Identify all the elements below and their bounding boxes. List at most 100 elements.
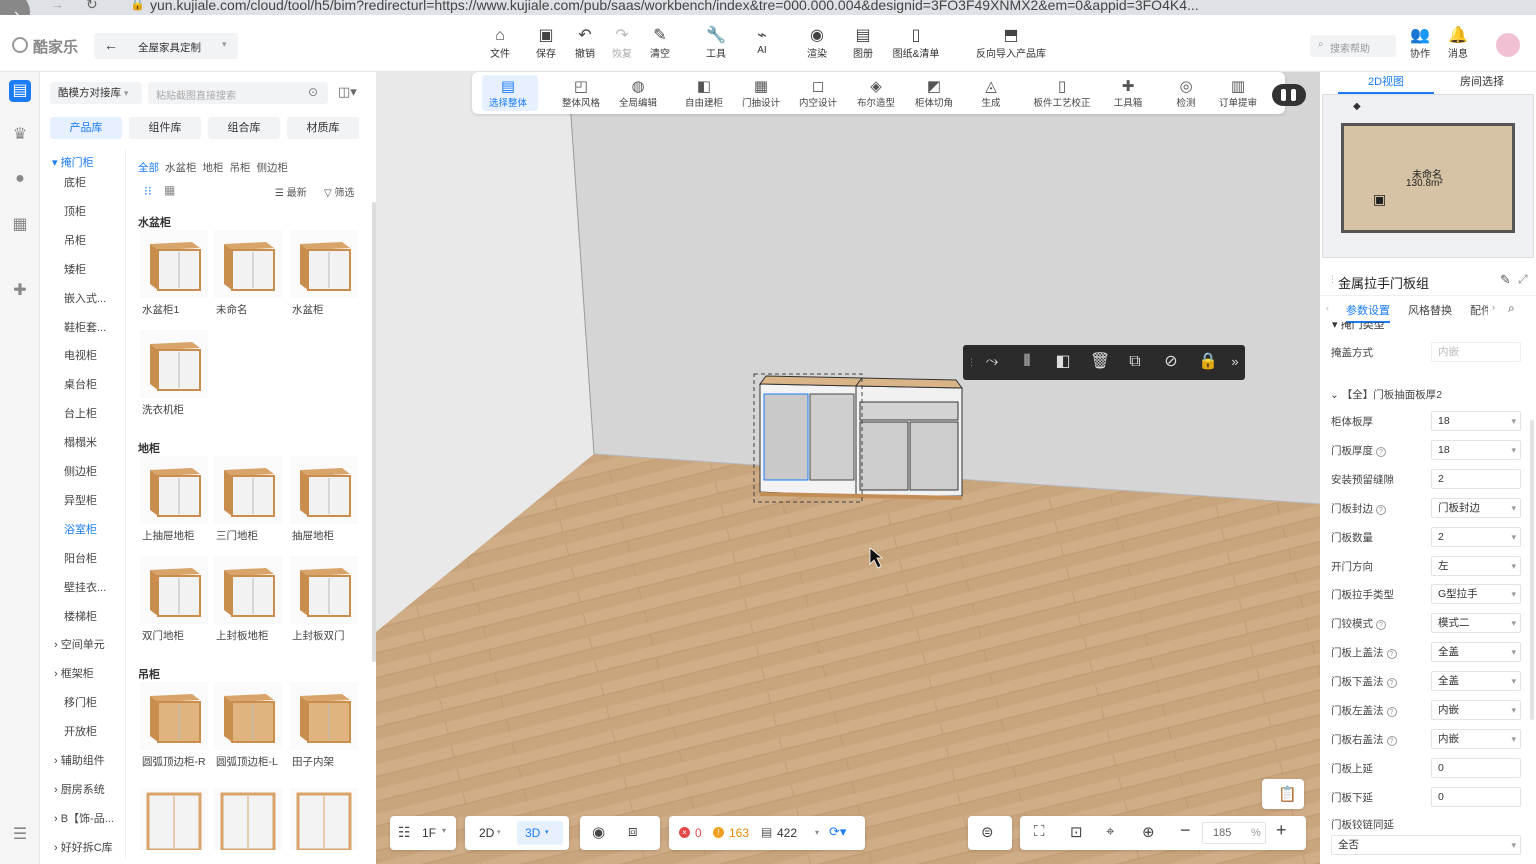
cube-icon[interactable]: ⧈ xyxy=(628,823,638,840)
tab-params[interactable]: 参数设置 xyxy=(1346,302,1390,323)
view-3d-button[interactable]: 3D ▾ xyxy=(517,821,563,845)
category-item[interactable]: › 好好拆C库 xyxy=(54,839,113,855)
zoom-in-button[interactable]: + xyxy=(1276,820,1287,841)
filter-chip[interactable]: 吊柜 xyxy=(230,162,251,174)
category-item[interactable]: 矮柜 xyxy=(64,261,86,277)
settings-toggle[interactable]: ⊜ xyxy=(968,816,1012,850)
drag-handle-icon[interactable]: ⋮ xyxy=(967,357,976,368)
category-item[interactable]: 壁挂衣... xyxy=(64,579,106,595)
param-input[interactable]: 18 xyxy=(1431,411,1521,431)
product-thumbnail[interactable] xyxy=(140,456,208,524)
forward-arrow-icon[interactable]: → xyxy=(50,0,64,12)
tab-2d-view[interactable]: 2D视图 xyxy=(1338,72,1434,94)
clipboard-button[interactable]: 📋 xyxy=(1262,779,1304,809)
floor-selector[interactable]: ☷ 1F ▾ xyxy=(390,816,456,850)
tab-combo-library[interactable]: 组合库 xyxy=(208,117,280,139)
product-thumbnail[interactable] xyxy=(214,788,282,850)
group-header[interactable]: ⌄ 【全】门板抽面板厚2 xyxy=(1330,387,1442,402)
category-item[interactable]: 鞋柜套... xyxy=(64,319,106,335)
category-item[interactable]: 楼梯柜 xyxy=(64,608,97,624)
category-item[interactable]: 榻榻米 xyxy=(64,434,97,450)
tab-room-select[interactable]: 房间选择 xyxy=(1434,72,1530,94)
avatar[interactable] xyxy=(1496,33,1520,57)
canvas-tool-button[interactable]: ◩ 柜体切角 xyxy=(908,78,960,109)
param-input[interactable]: 0 xyxy=(1431,786,1521,807)
focus-icon[interactable]: ⌖ xyxy=(1106,823,1114,840)
refresh-icon[interactable]: ⟳▾ xyxy=(829,824,846,840)
camera-view-icon[interactable]: ⊡ xyxy=(1070,823,1083,841)
collab-button[interactable]: 👥 协作 xyxy=(1400,27,1440,60)
category-item[interactable]: 嵌入式... xyxy=(64,290,106,306)
param-input[interactable]: 门板封边 xyxy=(1431,497,1521,518)
reload-icon[interactable]: ↻ xyxy=(86,0,98,13)
category-item[interactable]: › 空间单元 xyxy=(54,636,105,652)
help-icon[interactable]: ? xyxy=(1386,678,1397,689)
canvas-tool-button[interactable]: ✚ 工具箱 xyxy=(1102,78,1154,109)
param-input[interactable]: 内嵌 xyxy=(1431,728,1521,749)
cabinet-icon[interactable]: ▦ xyxy=(9,214,31,236)
canvas-tool-button[interactable]: ▤ 选择整体 xyxy=(482,78,534,109)
help-icon[interactable]: ? xyxy=(1376,504,1386,515)
zoom-out-button[interactable]: − xyxy=(1180,820,1191,841)
product-thumbnail[interactable] xyxy=(140,556,208,624)
search-icon[interactable]: ⌕ xyxy=(1508,301,1515,316)
crown-icon[interactable]: ♛ xyxy=(9,124,31,146)
error-icon[interactable]: × xyxy=(679,827,690,838)
param-input[interactable]: 内嵌 xyxy=(1431,700,1521,720)
minimap[interactable]: 未命名 130.8m² ◆ ▣ xyxy=(1322,94,1534,258)
product-thumbnail[interactable] xyxy=(140,330,208,398)
filter-chip[interactable]: 侧边柜 xyxy=(257,162,289,174)
trash-icon[interactable]: 🗑 xyxy=(1090,353,1110,371)
param-input[interactable]: 2 xyxy=(1431,468,1521,489)
select-arrow-icon[interactable]: ⤳ xyxy=(983,353,1001,371)
category-item[interactable]: 吊柜 xyxy=(64,232,86,248)
category-item[interactable]: 桌台柜 xyxy=(64,376,97,392)
stack-icon[interactable]: ▤ xyxy=(761,825,772,839)
category-item[interactable]: 开放柜 xyxy=(64,723,97,739)
product-thumbnail[interactable] xyxy=(290,556,358,624)
mirror-icon[interactable]: ◧ xyxy=(1054,353,1072,371)
category-item[interactable]: 阳台柜 xyxy=(64,550,97,566)
product-thumbnail[interactable] xyxy=(214,556,282,624)
canvas-tool-button[interactable]: ▯ 板件工艺校正 xyxy=(1022,78,1102,109)
fit-view-icon[interactable]: ⛶ xyxy=(1034,823,1045,840)
3d-viewport[interactable] xyxy=(376,72,1320,864)
message-button[interactable]: 🔔 消息 xyxy=(1438,27,1478,60)
hide-icon[interactable]: ⊘ xyxy=(1162,353,1180,371)
category-item[interactable]: 移门柜 xyxy=(64,694,97,710)
help-icon[interactable]: ? xyxy=(1376,620,1386,631)
canvas-tool-button[interactable]: ▥ 订单提审 xyxy=(1212,78,1264,109)
param-input[interactable]: 全盖 xyxy=(1431,642,1521,663)
category-item[interactable]: › 厨房系统 xyxy=(54,781,105,797)
category-item[interactable]: 浴室柜 xyxy=(64,521,97,537)
product-thumbnail[interactable] xyxy=(214,682,282,750)
render-button[interactable]: ◉ 渲染 xyxy=(797,27,837,60)
sort-button[interactable]: ☰ 最新 xyxy=(275,184,307,199)
hinge-select[interactable]: 全否 xyxy=(1331,835,1521,855)
zoom-search-icon[interactable]: ⊕ xyxy=(1142,823,1155,841)
product-thumbnail[interactable] xyxy=(290,788,358,850)
eye-icon[interactable]: ◉ xyxy=(592,823,605,841)
tools-button[interactable]: 🔧 工具 xyxy=(696,27,736,60)
clear-button[interactable]: ✎ 清空 xyxy=(640,27,680,60)
param-input[interactable]: 全盖 xyxy=(1431,671,1521,692)
help-icon[interactable]: ? xyxy=(1386,735,1397,746)
category-item[interactable]: 台上柜 xyxy=(64,405,97,421)
product-thumbnail[interactable] xyxy=(290,682,358,750)
view-2d-button[interactable]: 2D xyxy=(479,826,494,840)
tab-accessories[interactable]: 配件 xyxy=(1470,302,1488,318)
file-button[interactable]: ⌂ 文件 xyxy=(480,27,520,60)
tree-parent[interactable]: ▾ 掩门柜 xyxy=(52,154,94,170)
product-thumbnail[interactable] xyxy=(290,230,358,298)
redo-button[interactable]: ↷ 恢复 xyxy=(602,27,642,60)
tab-material-library[interactable]: 材质库 xyxy=(287,117,359,139)
filter-button[interactable]: ▽ 筛选 xyxy=(324,184,354,199)
category-item[interactable]: 底柜 xyxy=(64,174,86,190)
reverse-import-button[interactable]: ⬒ 反向导入产品库 xyxy=(970,27,1052,60)
url-text[interactable]: yun.kujiale.com/cloud/tool/h5/bim?redire… xyxy=(150,0,1199,13)
lock-icon[interactable]: 🔒 xyxy=(1198,353,1218,371)
category-item[interactable]: 侧边柜 xyxy=(64,463,97,479)
tab-component-library[interactable]: 组件库 xyxy=(129,117,201,139)
camera-icon[interactable]: ⊙ xyxy=(308,85,318,99)
scene-canvas[interactable] xyxy=(376,72,1320,864)
